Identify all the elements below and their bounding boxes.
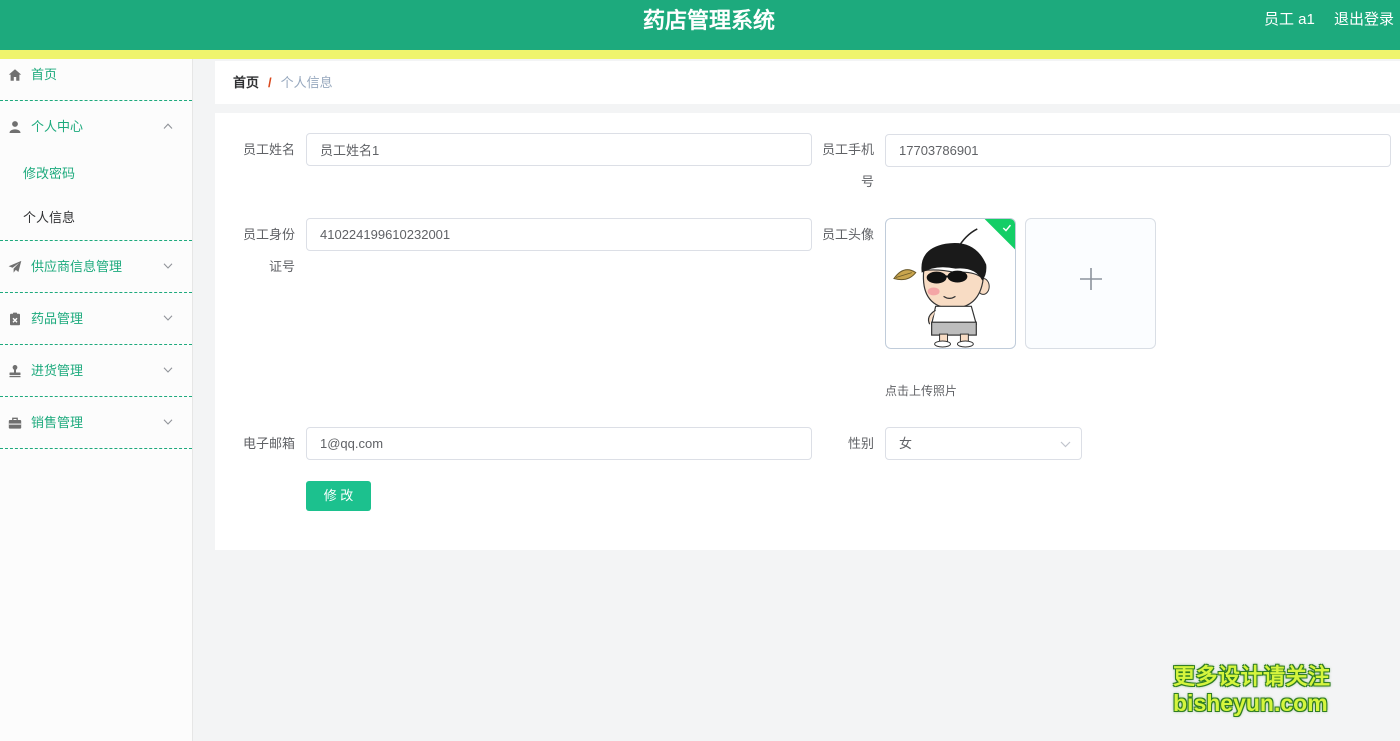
sidebar-item-label: 供应商信息管理 [31, 259, 123, 274]
sidebar-subitem-personal-info[interactable]: 个人信息 [0, 196, 192, 240]
sidebar-subitem-change-password[interactable]: 修改密码 [0, 152, 192, 196]
chevron-down-icon [1060, 441, 1071, 448]
sidebar-item-sales[interactable]: 销售管理 [0, 397, 192, 449]
check-icon [1002, 224, 1012, 232]
sidebar-item-label: 个人中心 [31, 119, 84, 134]
sidebar-item-title[interactable]: 销售管理 [0, 397, 192, 448]
clipboard-icon [10, 312, 20, 326]
chevron-down-icon [163, 367, 173, 373]
sidebar-item-title[interactable]: 供应商信息管理 [0, 241, 192, 292]
current-user-label[interactable]: 员工 a1 [1264, 0, 1315, 40]
briefcase-icon [8, 417, 22, 429]
logout-link[interactable]: 退出登录 [1334, 0, 1394, 40]
top-header: 药店管理系统 员工 a1 退出登录 [0, 0, 1400, 50]
avatar-thumbnail[interactable] [885, 218, 1016, 349]
sidebar-item-title[interactable]: 个人中心 [0, 101, 192, 152]
home-icon [8, 69, 22, 81]
sidebar-item-title[interactable]: 进货管理 [0, 345, 192, 396]
name-label: 员工姓名 [242, 142, 295, 157]
id-card-label: 员工身份证号 [242, 227, 295, 274]
sidebar-item-label: 销售管理 [31, 415, 84, 430]
gender-label: 性别 [847, 436, 874, 451]
paper-plane-icon [8, 260, 22, 273]
header-accent-stripe [0, 50, 1400, 59]
chevron-up-icon [163, 123, 173, 129]
sidebar-item-personal-center[interactable]: 个人中心 修改密码 个人信息 [0, 101, 192, 241]
sidebar-item-title[interactable]: 药品管理 [0, 293, 192, 344]
breadcrumb: 首页 / 个人信息 [215, 61, 1400, 104]
name-input[interactable] [306, 133, 812, 166]
sidebar-item-supplier[interactable]: 供应商信息管理 [0, 241, 192, 293]
upload-avatar-button[interactable] [1025, 218, 1156, 349]
avatar-image [893, 228, 990, 348]
chevron-down-icon [163, 419, 173, 425]
sidebar-item-medicine[interactable]: 药品管理 [0, 293, 192, 345]
breadcrumb-separator: / [268, 75, 272, 90]
phone-input[interactable] [885, 134, 1391, 167]
user-icon [9, 121, 21, 133]
gender-selected-value: 女 [899, 436, 913, 451]
id-card-input[interactable] [306, 218, 812, 251]
avatar-label: 员工头像 [821, 227, 874, 242]
submit-button[interactable]: 修 改 [306, 481, 371, 511]
site-watermark: 更多设计请关注 bisheyun.com [1173, 664, 1331, 716]
plus-icon [1080, 268, 1102, 290]
sidebar-item-purchase[interactable]: 进货管理 [0, 345, 192, 397]
email-label: 电子邮箱 [242, 436, 295, 451]
watermark-line: 更多设计请关注 [1173, 664, 1331, 689]
stamp-icon [9, 365, 21, 378]
breadcrumb-home-link[interactable]: 首页 [233, 75, 259, 90]
email-input[interactable] [306, 427, 812, 460]
sidebar-item-label: 首页 [31, 67, 58, 82]
watermark-line: bisheyun.com [1173, 690, 1328, 716]
upload-tip: 点击上传照片 [885, 384, 958, 398]
personal-info-form: 员工姓名 员工手机号 员工身份证号 员工头像 [215, 113, 1400, 550]
app-title: 药店管理系统 [643, 8, 776, 33]
chevron-down-icon [163, 315, 173, 321]
sidebar-item-label: 进货管理 [31, 363, 84, 378]
breadcrumb-current: 个人信息 [280, 75, 333, 90]
chevron-down-icon [163, 263, 173, 269]
sidebar-item-label: 药品管理 [31, 311, 84, 326]
sidebar-menu: 首页 个人中心 修改密码 个人信息 供应商信息管理 药品管理 进货管理 销售管理 [0, 49, 193, 741]
phone-label: 员工手机号 [821, 142, 874, 189]
gender-select[interactable]: 女 [885, 427, 1082, 460]
